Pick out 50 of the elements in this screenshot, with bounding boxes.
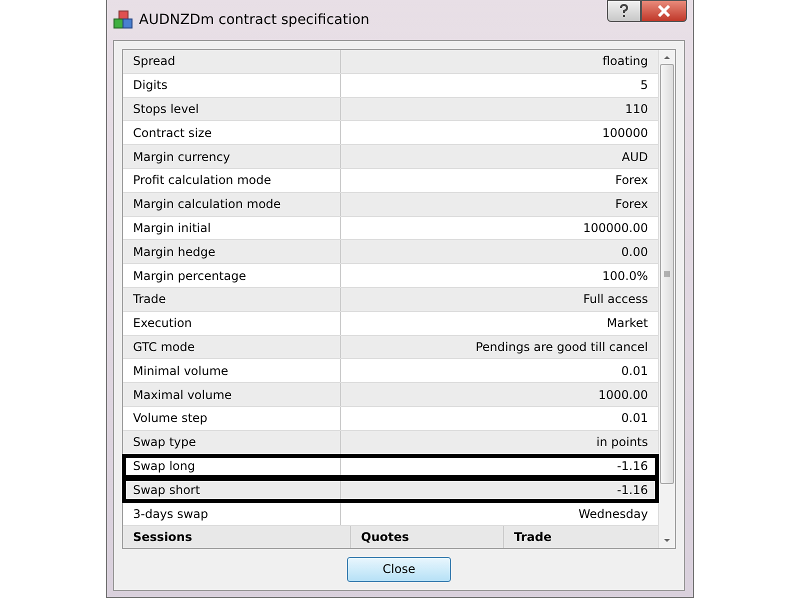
table-cell-text: in points bbox=[595, 434, 649, 452]
table-cell-text: -1.16 bbox=[616, 458, 649, 475]
table-cell-text: Wednesday bbox=[578, 506, 649, 523]
table-cell: Minimal volume bbox=[123, 359, 341, 382]
table-cell: Contract size bbox=[123, 121, 341, 144]
table-cell-text: 100.0% bbox=[601, 268, 649, 285]
table-cell-text: Pendings are good till cancel bbox=[474, 338, 649, 356]
table-cell: Profit calculation mode bbox=[123, 168, 341, 192]
table-cell: Volume step bbox=[123, 406, 341, 430]
table-cell: GTC mode bbox=[123, 336, 341, 358]
cubes-icon bbox=[113, 10, 133, 30]
table-cell-text: 100000.00 bbox=[582, 220, 649, 237]
table-cell-text: 0.01 bbox=[620, 410, 649, 428]
table-cell: Margin calculation mode bbox=[123, 192, 341, 216]
table-cell: Margin initial bbox=[123, 216, 341, 240]
table-cell: Spread bbox=[123, 50, 341, 73]
table-cell-text: Forex bbox=[614, 196, 649, 214]
close-dialog-button[interactable]: Close bbox=[347, 556, 451, 582]
table-cell-text: -1.16 bbox=[616, 482, 649, 499]
close-icon bbox=[657, 5, 671, 17]
table-cell-text: 110 bbox=[624, 100, 649, 118]
table-cell: Margin percentage bbox=[123, 264, 341, 287]
grip-icon bbox=[663, 270, 671, 278]
table-cell: Maximal volume bbox=[123, 383, 341, 406]
table-cell-text: floating bbox=[601, 53, 649, 70]
table-cell-text: 0.01 bbox=[620, 362, 649, 380]
table-cell-text: Forex bbox=[614, 172, 649, 190]
table-cell-text: 5 bbox=[639, 77, 649, 94]
table-cell: Trade bbox=[123, 288, 341, 311]
table-cell-text: Market bbox=[606, 315, 649, 332]
table-cell: Execution bbox=[123, 312, 341, 335]
table-cell: Swap short bbox=[123, 478, 341, 502]
table-cell: 3-days swap bbox=[123, 502, 341, 525]
table-cell-text: AUD bbox=[620, 148, 649, 166]
column-header: Sessions bbox=[123, 526, 351, 548]
close-button[interactable] bbox=[641, 0, 687, 22]
table-cell-text: 100000 bbox=[601, 124, 649, 142]
column-header: Trade bbox=[513, 528, 553, 546]
table-cell: Stops level bbox=[123, 98, 341, 120]
table-cell: Margin currency bbox=[123, 145, 341, 168]
column-header: Quotes bbox=[351, 526, 504, 548]
table-cell: Margin hedge bbox=[123, 240, 341, 264]
table-cell-text: 0.00 bbox=[620, 244, 649, 261]
table-cell-text: 1000.00 bbox=[597, 386, 649, 404]
scrollbar[interactable] bbox=[658, 50, 675, 548]
table-cell-text: Full access bbox=[582, 291, 649, 308]
table-cell: Digits bbox=[123, 74, 341, 97]
question-mark-icon bbox=[618, 4, 630, 18]
help-button[interactable] bbox=[607, 0, 641, 22]
window-title: AUDNZDm contract specification bbox=[139, 12, 370, 28]
